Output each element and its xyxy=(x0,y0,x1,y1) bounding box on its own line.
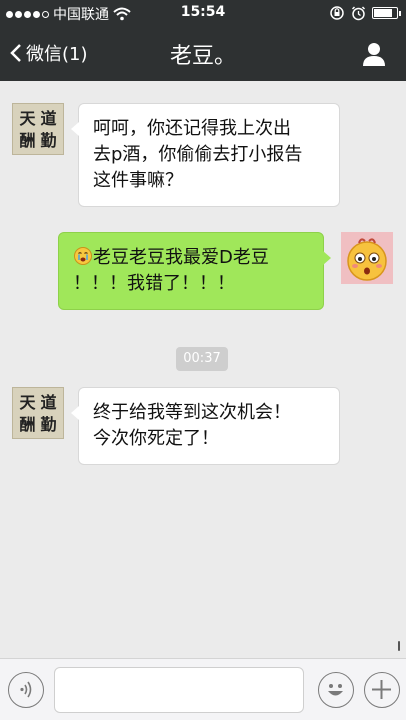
message-input[interactable] xyxy=(54,667,304,713)
person-icon[interactable] xyxy=(360,40,388,68)
chat-area[interactable]: 天 道 酬 勤 呵呵，你还记得我上次出 去p酒，你偷偷去打小报告 这件事嘛？ 老… xyxy=(0,81,406,658)
avatar-calligraphy: 天 道 酬 勤 xyxy=(19,393,57,434)
message-line: 去p酒，你偷偷去打小报告 xyxy=(93,144,303,165)
my-avatar[interactable] xyxy=(341,232,393,284)
battery-level xyxy=(374,9,392,17)
message-timestamp: 00:37 xyxy=(176,347,228,371)
status-bar: 中国联通 15:54 xyxy=(0,0,406,26)
message-bubble-incoming[interactable]: 终于给我等到这次机会！ 今次你死定了！ xyxy=(71,387,340,465)
scrollbar[interactable] xyxy=(398,641,400,651)
message-line: 今次你死定了！ xyxy=(93,428,219,449)
alarm-icon xyxy=(351,5,366,20)
avatar-calligraphy: 天 道 酬 勤 xyxy=(19,109,57,150)
status-right xyxy=(329,5,401,21)
input-bar xyxy=(0,658,406,720)
chat-title: 老豆。 xyxy=(169,44,236,69)
crying-face-icon xyxy=(74,247,92,265)
message-line: 终于给我等到这次机会！ xyxy=(93,402,291,423)
surprised-face-icon xyxy=(347,238,387,281)
message-line: ！！！我错了！！！ xyxy=(73,273,235,294)
plus-button[interactable] xyxy=(364,672,400,708)
plus-icon xyxy=(372,680,391,699)
voice-icon xyxy=(20,681,32,698)
nav-bar: 微信(1) 老豆。 xyxy=(0,26,406,81)
message-line: 呵呵，你还记得我上次出 xyxy=(93,118,291,139)
battery-icon xyxy=(372,7,401,19)
message-bubble-incoming[interactable]: 呵呵，你还记得我上次出 去p酒，你偷偷去打小报告 这件事嘛？ xyxy=(71,103,340,207)
emoji-button[interactable] xyxy=(318,672,354,708)
contact-avatar[interactable]: 天 道 酬 勤 xyxy=(12,387,64,439)
voice-button[interactable] xyxy=(8,672,44,708)
message-line: 这件事嘛？ xyxy=(93,170,183,191)
contact-avatar[interactable]: 天 道 酬 勤 xyxy=(12,103,64,155)
message-bubble-outgoing[interactable]: 老豆老豆我最爱D老豆 ！！！我错了！！！ xyxy=(58,232,331,310)
emoji-icon xyxy=(328,684,343,696)
message-line: 老豆老豆我最爱D老豆 xyxy=(73,245,309,271)
rotation-lock-icon xyxy=(330,6,344,20)
